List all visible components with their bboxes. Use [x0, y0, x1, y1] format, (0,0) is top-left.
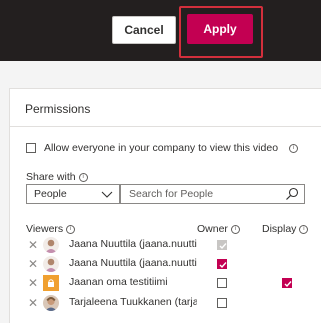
display-header-label: Display — [262, 223, 297, 235]
display-column-header: Display i — [262, 223, 309, 235]
search-placeholder: Search for People — [129, 188, 214, 200]
info-icon[interactable]: i — [66, 224, 76, 234]
remove-viewer-icon[interactable]: ✕ — [28, 276, 38, 290]
viewers-column-header: Viewers i — [26, 223, 76, 235]
permissions-title: Permissions — [25, 102, 91, 116]
viewer-name: Jaanan oma testitiimi — [69, 276, 168, 288]
share-with-value: People — [34, 188, 67, 200]
permissions-panel: Permissions Allow everyone in your compa… — [9, 88, 321, 323]
allow-everyone-label: Allow everyone in your company to view t… — [44, 142, 279, 154]
share-with-label-row: Share with i — [26, 171, 88, 183]
group-icon — [43, 275, 59, 291]
display-checkbox[interactable] — [282, 278, 292, 288]
viewer-row: ✕ Tarjaleena Tuukkanen (tarja... — [26, 295, 316, 311]
avatar — [43, 237, 59, 253]
avatar — [43, 295, 59, 311]
info-icon[interactable]: i — [230, 224, 240, 234]
viewer-row: ✕ Jaana Nuuttila (jaana.nuutti... — [26, 256, 316, 272]
owner-checkbox — [217, 240, 227, 250]
remove-viewer-icon[interactable]: ✕ — [28, 238, 38, 252]
chevron-down-icon — [101, 188, 113, 203]
owner-header-label: Owner — [197, 223, 228, 235]
owner-checkbox[interactable] — [217, 298, 227, 308]
allow-everyone-checkbox[interactable] — [26, 143, 36, 153]
search-icon[interactable] — [285, 187, 299, 204]
viewer-row: ✕ Jaanan oma testitiimi — [26, 275, 316, 291]
apply-button[interactable]: Apply — [187, 14, 253, 44]
search-people-input[interactable]: Search for People — [120, 184, 305, 204]
avatar — [43, 256, 59, 272]
viewer-name: Tarjaleena Tuukkanen (tarja... — [69, 296, 197, 308]
info-icon[interactable]: i — [289, 143, 299, 153]
owner-checkbox[interactable] — [217, 259, 227, 269]
top-toolbar: Cancel Apply — [0, 0, 321, 61]
owner-column-header: Owner i — [197, 223, 240, 235]
viewer-name: Jaana Nuuttila (jaana.nuutti... — [69, 257, 197, 269]
share-with-label: Share with — [26, 171, 76, 183]
share-with-dropdown[interactable]: People — [26, 184, 120, 204]
allow-everyone-row: Allow everyone in your company to view t… — [26, 141, 299, 155]
viewers-header-label: Viewers — [26, 223, 64, 235]
remove-viewer-icon[interactable]: ✕ — [28, 257, 38, 271]
info-icon[interactable]: i — [299, 224, 309, 234]
viewer-row: ✕ Jaana Nuuttila (jaana.nuutti... — [26, 237, 316, 253]
remove-viewer-icon[interactable]: ✕ — [28, 296, 38, 310]
cancel-button[interactable]: Cancel — [112, 16, 176, 44]
permissions-header: Permissions — [10, 89, 321, 127]
owner-checkbox[interactable] — [217, 278, 227, 288]
info-icon[interactable]: i — [78, 172, 88, 182]
viewer-name: Jaana Nuuttila (jaana.nuutti... — [69, 238, 197, 250]
